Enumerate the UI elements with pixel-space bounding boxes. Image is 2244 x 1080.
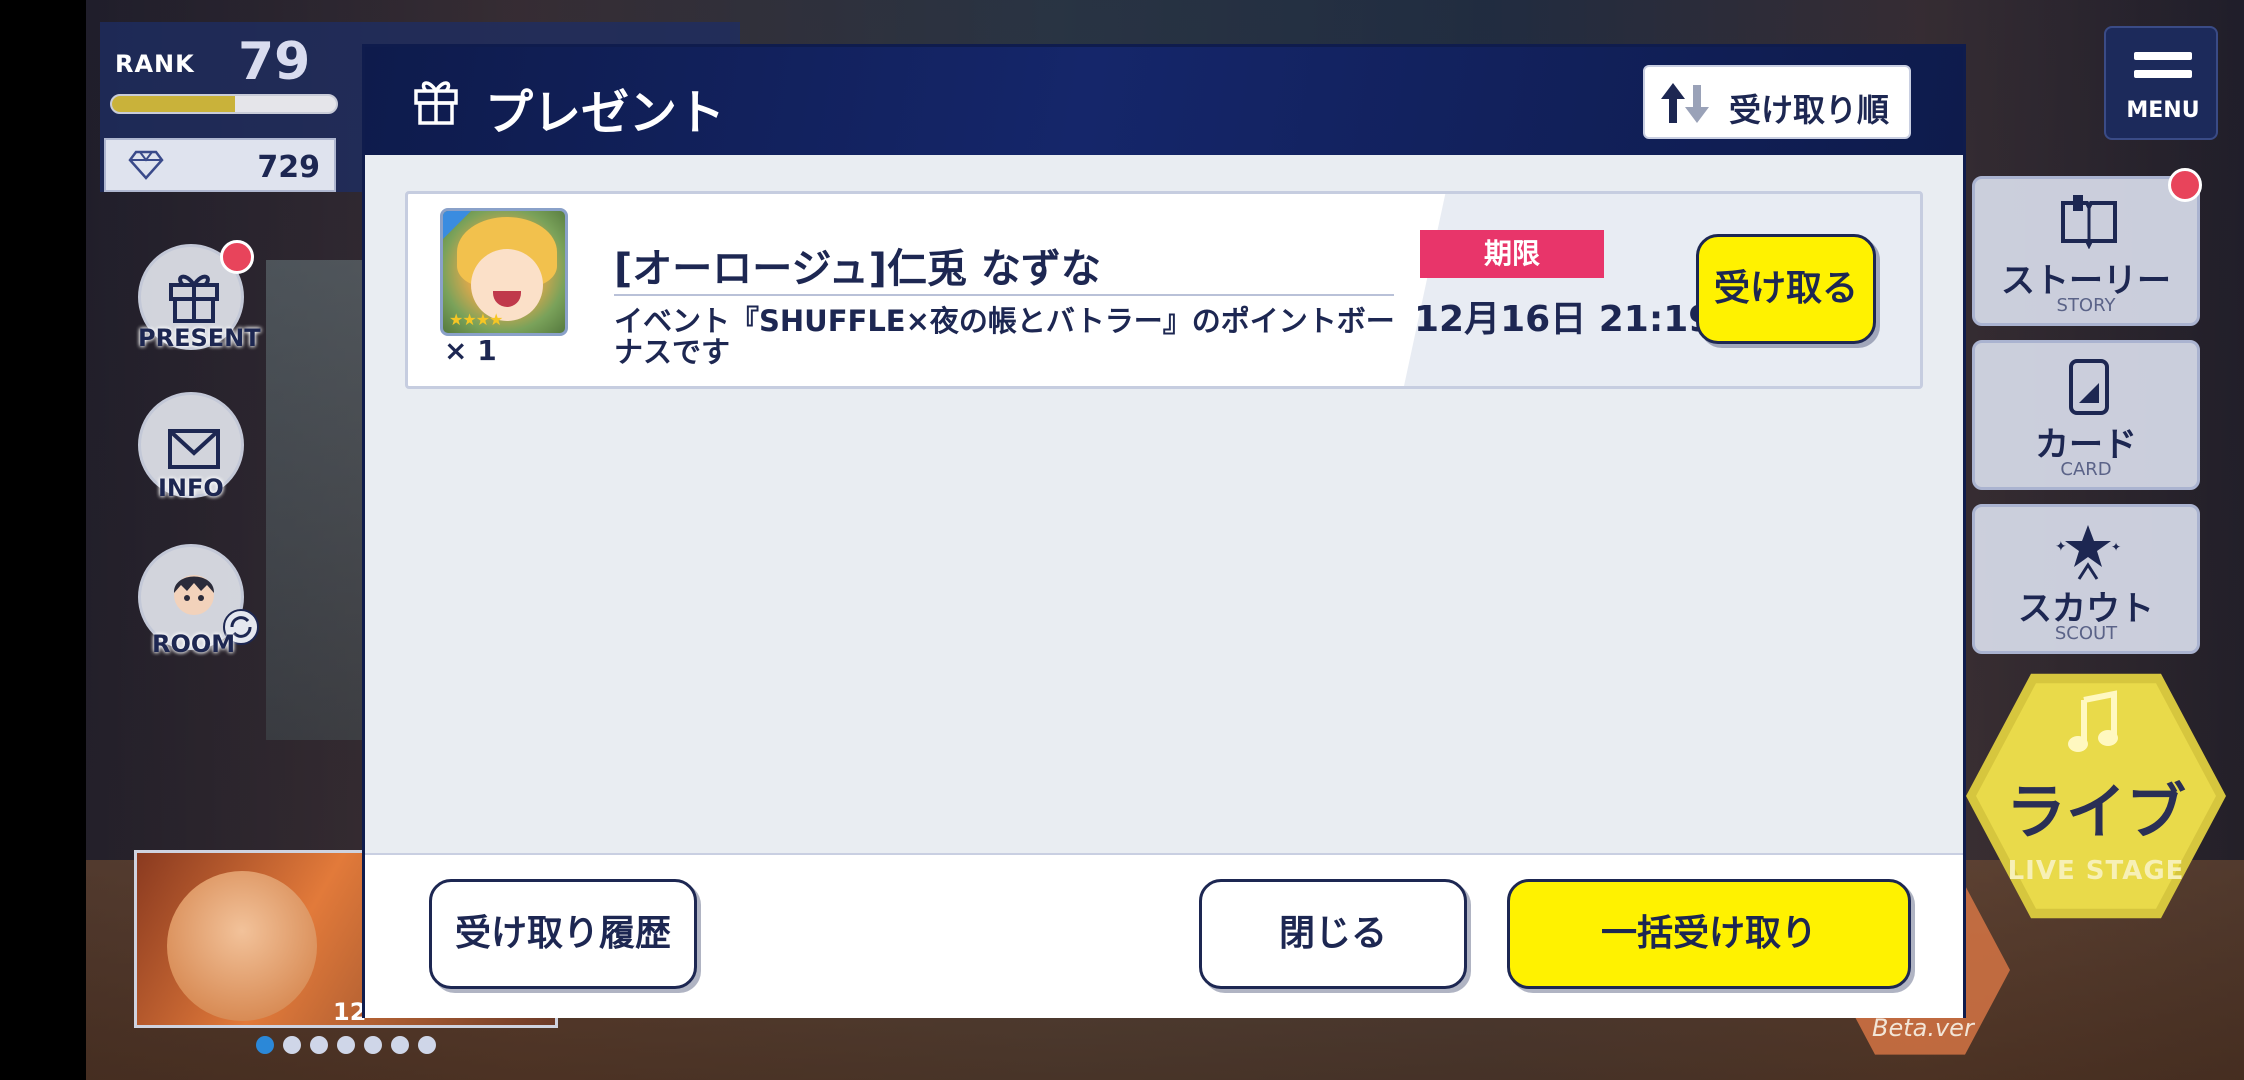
rank-progress-bar [110,94,338,114]
receive-all-button[interactable]: 一括受け取り [1507,879,1911,989]
live-sublabel: LIVE STAGE [2007,856,2185,886]
svg-text:✦: ✦ [2055,539,2067,555]
item-description: イベント『SHUFFLE×夜の帳とバトラー』のポイントボーナスです [614,304,1395,369]
deadline-badge: 期限 [1420,230,1604,278]
pager-dot[interactable] [364,1036,382,1054]
music-note-icon [2068,690,2118,752]
story-button[interactable]: ストーリー STORY [1972,176,2200,326]
room-label: ROOM [152,630,236,658]
gift-icon [169,274,219,323]
live-label: ライブ [2006,778,2186,848]
story-notification-dot [2168,168,2202,202]
card-sublabel: CARD [2060,459,2112,480]
pager-dot[interactable] [310,1036,328,1054]
scout-sublabel: SCOUT [2054,623,2118,644]
card-button[interactable]: カード CARD [1972,340,2200,490]
receive-button[interactable]: 受け取る [1696,234,1876,344]
modal-header: プレゼント 受け取り順 [365,47,1963,155]
card-thumbnail[interactable]: ★★★★ [440,208,568,336]
card-icon [2069,359,2109,415]
pager-dot[interactable] [418,1036,436,1054]
present-notification-dot [220,240,254,274]
mail-icon [168,429,220,469]
gem-count: 729 [257,150,320,185]
deadline-time: 12月16日 21:19 [1414,299,1714,340]
story-sublabel: STORY [2056,295,2116,316]
modal-title: プレゼント [485,85,726,141]
gift-icon [414,81,458,125]
sort-order-button[interactable]: 受け取り順 [1643,65,1911,139]
pager-dot[interactable] [256,1036,274,1054]
character-avatar-icon [173,575,215,615]
rank-value: 79 [238,32,311,92]
pager-dot[interactable] [391,1036,409,1054]
modal-footer: 受け取り履歴 閉じる 一括受け取り [365,853,1963,1018]
item-name: [オーロージュ]仁兎 なずな [614,246,1101,292]
sort-arrows-icon [1661,83,1709,123]
rank-progress-fill [112,96,236,112]
item-quantity: × 1 [444,334,497,367]
book-icon [2061,195,2117,249]
pager-dot[interactable] [283,1036,301,1054]
history-button[interactable]: 受け取り履歴 [429,879,697,989]
hamburger-icon [2134,52,2192,88]
diamond-icon [128,150,164,180]
gem-counter[interactable]: 729 [104,138,336,192]
info-label: INFO [158,474,224,502]
close-button[interactable]: 閉じる [1199,879,1467,989]
menu-button[interactable]: MENU [2104,26,2218,140]
rank-label: RANK [115,50,195,78]
item-divider [614,294,1394,296]
pager-dot[interactable] [337,1036,355,1054]
scout-button[interactable]: ✦ ✦ スカウト SCOUT [1972,504,2200,654]
present-modal: プレゼント 受け取り順 ★★★★ × 1 [オーロージュ]仁兎 なずな イベント… [362,44,1966,1018]
svg-text:✦: ✦ [2111,540,2121,554]
banner-character [167,871,317,1021]
scout-star-icon: ✦ ✦ [2055,525,2121,580]
present-label: PRESENT [138,324,261,352]
menu-label: MENU [2126,98,2200,123]
banner-pager [256,1036,436,1054]
sort-order-label: 受け取り順 [1729,91,1890,129]
beta-version-label: Beta.ver [1872,1014,1974,1042]
rarity-stars-icon: ★★★★ [449,310,503,329]
